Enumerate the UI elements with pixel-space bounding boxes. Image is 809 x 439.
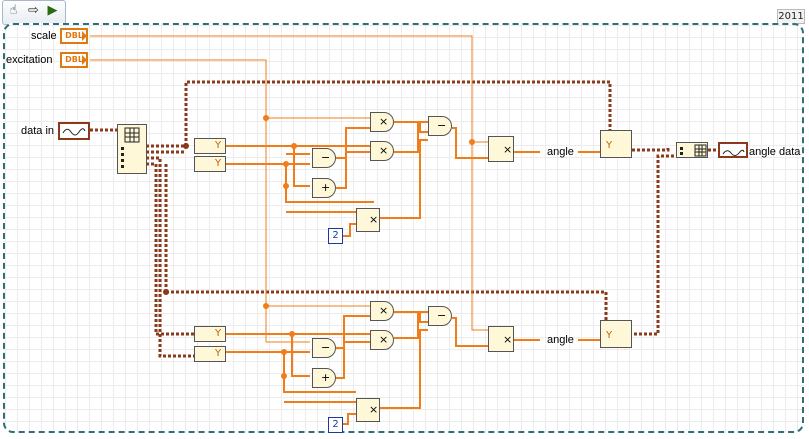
multiply-symbol: × bbox=[379, 144, 389, 157]
get-waveform-y-node[interactable]: Y bbox=[194, 138, 226, 154]
multiply-node[interactable]: × bbox=[370, 301, 394, 321]
control-arrow-icon bbox=[82, 55, 87, 65]
data-in-label: data in bbox=[21, 125, 55, 137]
index-array-node[interactable] bbox=[117, 124, 147, 174]
multiply-node[interactable]: × bbox=[370, 141, 394, 161]
y-port-label: Y bbox=[606, 140, 613, 151]
multiply-symbol: × bbox=[503, 143, 513, 156]
subtract-node[interactable]: − bbox=[312, 148, 336, 168]
add-node[interactable]: + bbox=[312, 178, 336, 198]
compound-multiply-node[interactable]: × bbox=[356, 398, 380, 422]
angle-data-indicator[interactable] bbox=[718, 142, 748, 158]
multiply-node[interactable]: × bbox=[370, 112, 394, 132]
subtract-symbol: − bbox=[437, 309, 447, 322]
dbl-type-tag: DBL bbox=[65, 55, 83, 64]
data-in-control[interactable] bbox=[58, 122, 90, 140]
build-array-icon bbox=[680, 144, 707, 157]
subtract-symbol: − bbox=[437, 119, 447, 132]
excitation-label: excitation bbox=[6, 54, 53, 66]
angle-label: angle bbox=[547, 334, 574, 346]
multiply-symbol: × bbox=[379, 333, 389, 346]
multiply-symbol: × bbox=[369, 403, 379, 416]
compound-multiply-node[interactable]: × bbox=[488, 136, 514, 162]
excitation-control[interactable]: DBL bbox=[60, 52, 88, 68]
array-icon bbox=[121, 127, 140, 168]
get-waveform-y-node[interactable]: Y bbox=[194, 326, 226, 342]
multiply-symbol: × bbox=[503, 333, 513, 346]
build-waveform-node[interactable]: Y bbox=[600, 130, 632, 158]
multiply-symbol: × bbox=[369, 213, 379, 226]
compound-multiply-node[interactable]: × bbox=[488, 326, 514, 352]
subtract-symbol: − bbox=[321, 151, 331, 164]
build-array-node[interactable] bbox=[676, 142, 708, 158]
scale-control[interactable]: DBL bbox=[60, 28, 88, 44]
multiply-symbol: × bbox=[379, 115, 389, 128]
angle-data-label: angle data bbox=[749, 146, 801, 158]
y-port-label: Y bbox=[215, 328, 222, 339]
subtract-node[interactable]: − bbox=[312, 338, 336, 358]
constant-two[interactable]: 2 bbox=[328, 228, 343, 244]
wire-layer bbox=[90, 35, 718, 425]
subtract-symbol: − bbox=[321, 341, 331, 354]
y-port-label: Y bbox=[215, 158, 222, 169]
waveform-icon bbox=[62, 128, 86, 136]
compound-multiply-node[interactable]: × bbox=[356, 208, 380, 232]
y-port-label: Y bbox=[215, 140, 222, 151]
add-node[interactable]: + bbox=[312, 368, 336, 388]
waveform-icon bbox=[722, 149, 745, 156]
add-symbol: + bbox=[321, 371, 331, 384]
multiply-node[interactable]: × bbox=[370, 330, 394, 350]
subtract-node[interactable]: − bbox=[428, 116, 452, 136]
multiply-symbol: × bbox=[379, 304, 389, 317]
dbl-type-tag: DBL bbox=[65, 31, 83, 40]
y-port-label: Y bbox=[215, 348, 222, 359]
control-arrow-icon bbox=[82, 31, 87, 41]
scale-label: scale bbox=[31, 30, 57, 42]
subtract-node[interactable]: − bbox=[428, 306, 452, 326]
get-waveform-y-node[interactable]: Y bbox=[194, 156, 226, 172]
angle-label: angle bbox=[547, 146, 574, 158]
add-symbol: + bbox=[321, 181, 331, 194]
y-port-label: Y bbox=[606, 330, 613, 341]
constant-two[interactable]: 2 bbox=[328, 417, 343, 433]
build-waveform-node[interactable]: Y bbox=[600, 320, 632, 348]
get-waveform-y-node[interactable]: Y bbox=[194, 346, 226, 362]
